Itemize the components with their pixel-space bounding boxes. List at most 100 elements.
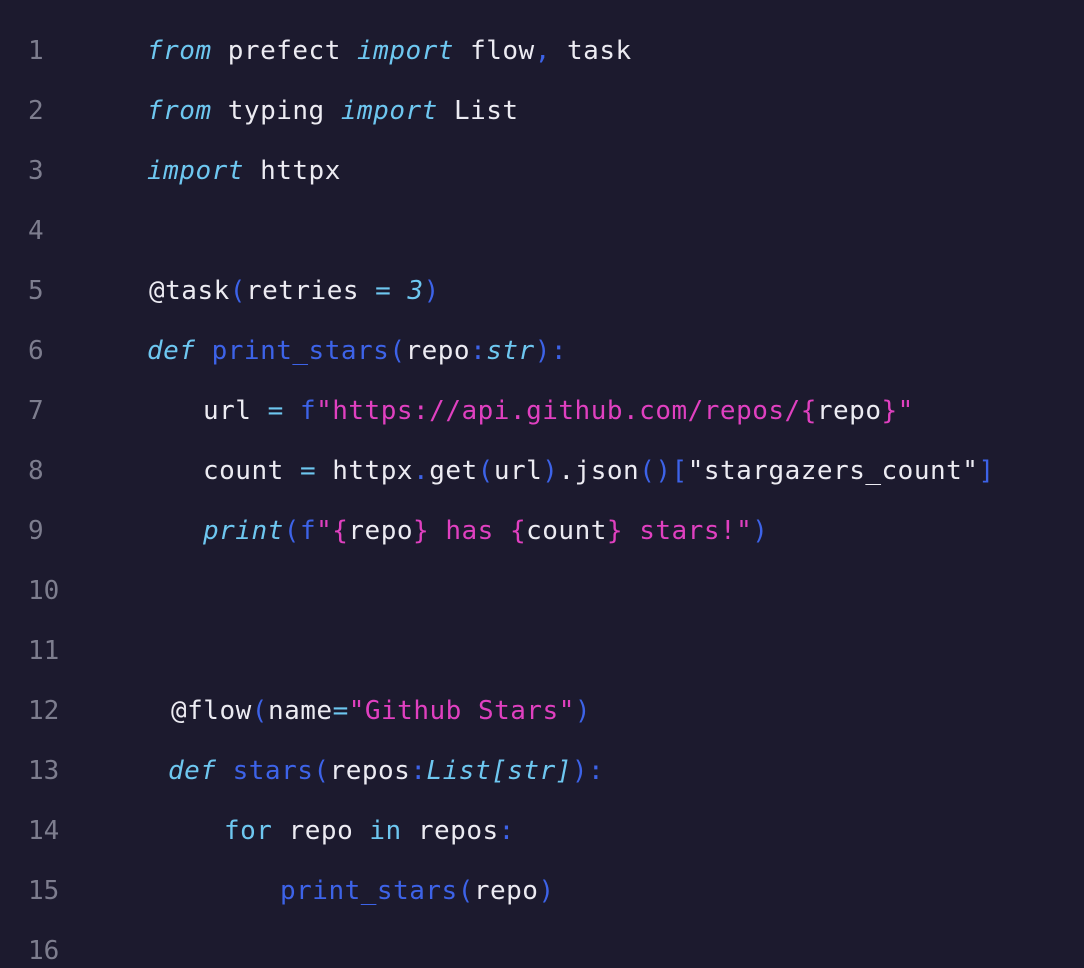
code-token: @flow [171,696,252,726]
code-token: ) [752,516,769,546]
code-line[interactable]: 7 url = f"https://api.github.com/repos/{r… [0,391,1084,431]
code-token: [ [671,456,688,486]
code-token: = [267,396,284,426]
code-token: ] [978,456,995,486]
code-token: ( [283,516,300,546]
code-text[interactable]: from prefect import flow, task [147,31,632,71]
code-token: str [486,336,535,366]
code-token: ) [538,876,555,906]
code-line[interactable]: 4 [0,211,1084,251]
code-token: has [429,516,510,546]
code-token: print_stars [280,876,458,906]
code-token: httpx [332,456,414,486]
code-text[interactable]: from typing import List [147,91,519,131]
code-token: from [147,96,212,126]
code-line[interactable]: 5 @task(retries = 3) [0,271,1084,311]
code-text[interactable]: @flow(name="Github Stars") [171,691,591,731]
code-text[interactable]: url = f"https://api.github.com/repos/{re… [203,391,914,431]
code-line[interactable]: 6 def print_stars(repo:str): [0,331,1084,371]
code-text[interactable]: def print_stars(repo:str): [147,331,567,371]
code-token: stars!" [623,516,753,546]
code-token: url [203,396,252,426]
code-token: { [800,396,817,426]
code-token: : [470,336,487,366]
code-token: repo [348,516,414,546]
code-token: def [168,756,217,786]
code-text[interactable]: print(f"{repo} has {count} stars!") [203,511,768,551]
code-token: in [369,816,402,846]
code-token: repo [288,816,354,846]
code-token: "Github Stars" [348,696,575,726]
code-editor[interactable]: 1 from prefect import flow, task 2 from typ… [0,0,1084,968]
code-token: } [606,516,624,546]
code-line[interactable]: 14 for repo in repos: [0,811,1084,851]
code-text[interactable]: count = httpx.get(url).json()["stargazer… [203,451,995,491]
code-token: .json [558,456,640,486]
code-token: ) [574,696,592,726]
code-token: " [316,516,333,546]
code-token: () [639,456,672,486]
code-token: = [299,456,317,486]
code-line[interactable]: 12 @flow(name="Github Stars") [0,691,1084,731]
code-line[interactable]: 13 def stars(repos:List[str]): [0,751,1084,791]
code-token: f [299,396,317,426]
code-token: . [413,456,430,486]
code-token: repo [405,336,471,366]
line-number: 3 [28,156,44,186]
code-text[interactable]: @task(retries = 3) [149,271,440,311]
code-token: flow [470,36,535,66]
code-line[interactable]: 16 [0,931,1084,968]
code-token: import [147,156,244,186]
code-token: repo [816,396,882,426]
code-token: print [203,516,284,546]
line-number: 12 [28,696,60,726]
line-number: 15 [28,876,60,906]
code-token: ): [571,756,605,786]
code-text[interactable]: print_stars(repo) [280,871,555,911]
code-line[interactable]: 10 [0,571,1084,611]
code-token: import [340,96,438,126]
line-number: 14 [28,816,60,846]
code-line[interactable]: 2 from typing import List [0,91,1084,131]
code-token: count [526,516,607,546]
line-number: 13 [28,756,60,786]
line-number: 4 [28,216,44,246]
line-number: 1 [28,36,44,66]
code-line[interactable]: 11 [0,631,1084,671]
code-token: from [147,36,212,66]
code-token: , [534,36,551,66]
code-text[interactable]: import httpx [147,151,341,191]
line-number: 9 [28,516,44,546]
code-token: name [267,696,333,726]
code-token: import [357,36,454,66]
code-token: : [410,756,427,786]
line-number: 11 [28,636,60,666]
code-line[interactable]: 8 count = httpx.get(url).json()["stargaze… [0,451,1084,491]
code-line[interactable]: 9 print(f"{repo} has {count} stars!") [0,511,1084,551]
code-text[interactable]: def stars(repos:List[str]): [168,751,604,791]
code-line[interactable]: 1 from prefect import flow, task [0,31,1084,71]
code-text[interactable]: for repo in repos: [224,811,515,851]
code-token: } [413,516,430,546]
code-token: repo [473,876,539,906]
code-line[interactable]: 15 print_stars(repo) [0,871,1084,911]
code-line[interactable]: 3 import httpx [0,151,1084,191]
code-token: for [224,816,273,846]
code-token: { [332,516,349,546]
code-token: List [453,96,519,126]
